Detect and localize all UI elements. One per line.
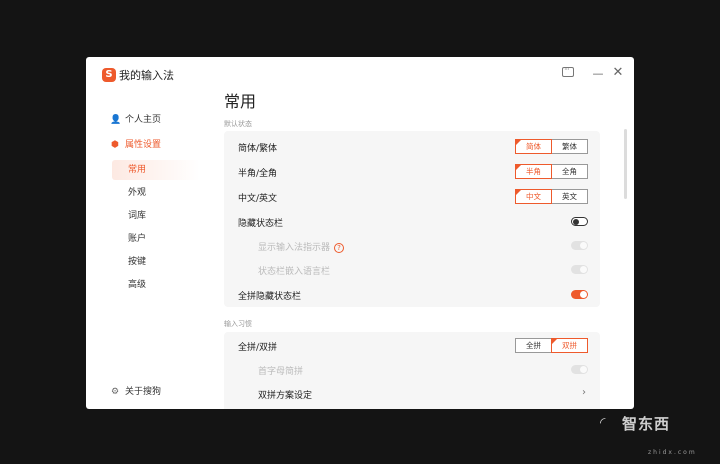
option-fullpinyin[interactable]: 全拼 bbox=[515, 338, 552, 353]
help-icon[interactable]: ? bbox=[334, 243, 345, 253]
scrollbar[interactable] bbox=[624, 129, 627, 199]
sidebar-item-label: 属性设置 bbox=[125, 140, 162, 150]
setting-label: 双拼方案设定 bbox=[258, 391, 313, 401]
simplified-traditional-selector[interactable]: 简体 繁体 bbox=[515, 139, 588, 154]
setting-row: 中文/英文 中文 英文 bbox=[238, 187, 588, 211]
sidebar-subitem-common[interactable]: 常用 bbox=[128, 162, 146, 178]
option-shuangpin[interactable]: 双拼 bbox=[551, 338, 588, 353]
page-title: 常用 bbox=[224, 92, 257, 111]
toggle-knob bbox=[580, 266, 587, 273]
sidebar: 👤 个人主页 ⬢ 属性设置 常用 外观 词库 账户 按键 高级 ⚙ 关于搜狗 bbox=[86, 97, 200, 409]
setting-label: 首字母简拼 bbox=[258, 367, 304, 377]
option-fullwidth[interactable]: 全角 bbox=[551, 164, 588, 179]
setting-label: 半角/全角 bbox=[238, 169, 278, 179]
wifi-icon: ◜ bbox=[600, 415, 606, 431]
setting-row: 显示输入法指示器? bbox=[238, 236, 588, 260]
setting-label: 全拼隐藏状态栏 bbox=[238, 292, 302, 302]
option-halfwidth[interactable]: 半角 bbox=[515, 164, 552, 179]
setting-row: 隐藏状态栏 bbox=[238, 212, 588, 236]
settings-window: S 我的输入法 — ✕ 👤个人主页 ⬢属性设置 常用 外观 词库 账户 按键 高… bbox=[86, 57, 634, 409]
person-icon: 👤 bbox=[110, 115, 122, 125]
setting-row: 全拼隐藏状态栏 bbox=[238, 285, 588, 309]
setting-label: 中文/英文 bbox=[238, 194, 278, 204]
default-state-card: 简体/繁体 简体 繁体 半角/全角 半角 全角 中文/英文 中文 英文 隐藏状态… bbox=[224, 131, 600, 307]
fullpinyin-shuangpin-selector[interactable]: 全拼 双拼 bbox=[515, 338, 588, 353]
setting-label: 全拼/双拼 bbox=[238, 343, 278, 353]
gear-icon: ⚙ bbox=[110, 387, 120, 397]
setting-row: 状态栏嵌入语言栏 bbox=[238, 260, 588, 284]
setting-row: 首字母简拼 bbox=[238, 360, 588, 384]
setting-row-link[interactable]: 双拼方案设定 › bbox=[238, 384, 588, 408]
initial-abbrev-toggle[interactable] bbox=[571, 365, 588, 374]
setting-row: 简体/繁体 简体 繁体 bbox=[238, 137, 588, 161]
sidebar-subitem-appearance[interactable]: 外观 bbox=[128, 185, 146, 201]
app-title: 我的输入法 bbox=[119, 69, 174, 82]
halfwidth-fullwidth-selector[interactable]: 半角 全角 bbox=[515, 164, 588, 179]
option-traditional[interactable]: 繁体 bbox=[551, 139, 588, 154]
section-label-default-state: 默认状态 bbox=[224, 120, 252, 128]
chevron-right-icon: › bbox=[582, 387, 586, 398]
watermark-logo: 智东西 bbox=[622, 415, 671, 433]
hexagon-settings-icon: ⬢ bbox=[111, 140, 119, 150]
watermark-url: zhidx.com bbox=[648, 449, 697, 456]
chinese-english-selector[interactable]: 中文 英文 bbox=[515, 189, 588, 204]
sidebar-item-label: 关于搜狗 bbox=[125, 387, 162, 397]
toggle-knob bbox=[580, 242, 587, 249]
setting-label: 简体/繁体 bbox=[238, 144, 278, 154]
toggle-knob bbox=[573, 218, 579, 225]
embed-langbar-toggle[interactable] bbox=[571, 265, 588, 274]
option-chinese[interactable]: 中文 bbox=[515, 189, 552, 204]
setting-label-text: 显示输入法指示器 bbox=[258, 243, 331, 253]
fullpinyin-hide-statusbar-toggle[interactable] bbox=[571, 290, 588, 299]
toggle-knob bbox=[580, 291, 587, 298]
toggle-knob bbox=[580, 366, 587, 373]
setting-label: 状态栏嵌入语言栏 bbox=[258, 267, 331, 277]
hide-statusbar-toggle[interactable] bbox=[571, 217, 588, 226]
setting-label: 显示输入法指示器? bbox=[258, 240, 345, 253]
sidebar-subitem-keys[interactable]: 按键 bbox=[128, 254, 146, 270]
content-panel: 常用 默认状态 简体/繁体 简体 繁体 半角/全角 半角 全角 中文/英文 中文… bbox=[200, 57, 634, 409]
setting-row: 全拼/双拼 全拼 双拼 bbox=[238, 336, 588, 360]
sidebar-item-profile[interactable]: 👤 个人主页 bbox=[110, 112, 161, 128]
setting-label: 隐藏状态栏 bbox=[238, 219, 284, 229]
sidebar-subitem-advanced[interactable]: 高级 bbox=[128, 277, 146, 293]
app-logo-icon: S bbox=[102, 68, 116, 82]
active-subitem-highlight bbox=[112, 160, 200, 180]
option-simplified[interactable]: 简体 bbox=[515, 139, 552, 154]
option-english[interactable]: 英文 bbox=[551, 189, 588, 204]
show-indicator-toggle[interactable] bbox=[571, 241, 588, 250]
sidebar-item-label: 个人主页 bbox=[125, 115, 162, 125]
sidebar-item-about[interactable]: ⚙ 关于搜狗 bbox=[110, 384, 161, 400]
sidebar-subitem-account[interactable]: 账户 bbox=[128, 231, 146, 247]
setting-row: 半角/全角 半角 全角 bbox=[238, 162, 588, 186]
sidebar-subitem-dictionary[interactable]: 词库 bbox=[128, 208, 146, 224]
section-label-input-habits: 输入习惯 bbox=[224, 320, 252, 328]
sidebar-item-attributes[interactable]: ⬢ 属性设置 bbox=[110, 137, 161, 153]
input-habits-card: 全拼/双拼 全拼 双拼 首字母简拼 双拼方案设定 › bbox=[224, 332, 600, 409]
